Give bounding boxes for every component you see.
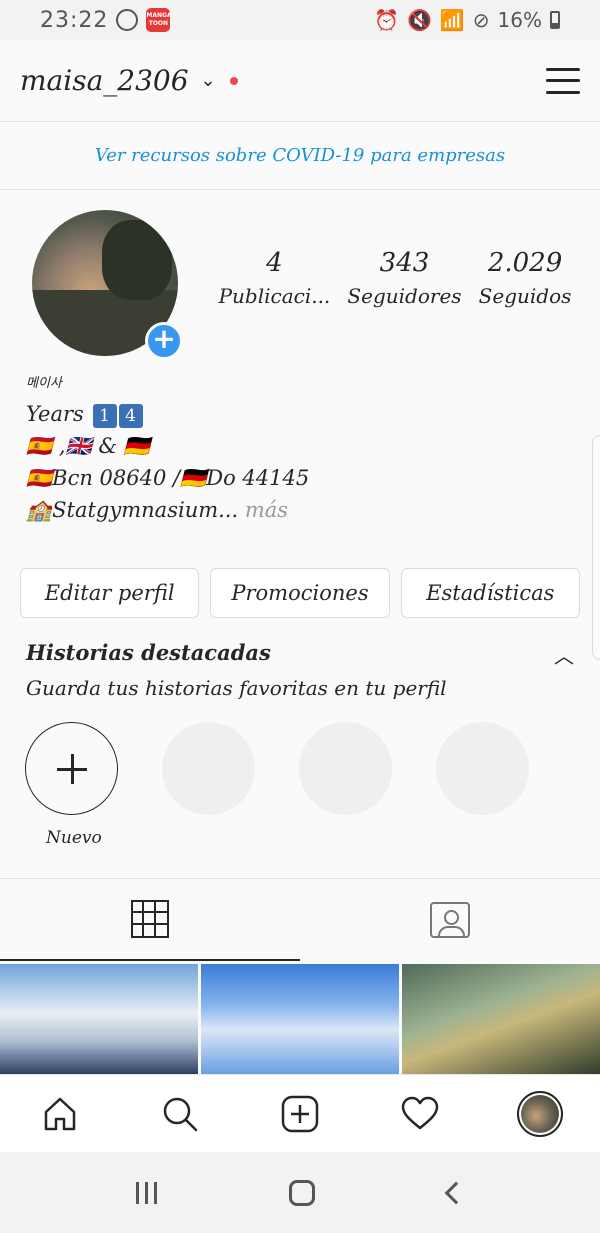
side-scroll-handle[interactable]	[592, 435, 600, 660]
home-icon[interactable]	[36, 1090, 84, 1138]
highlights-subtitle: Guarda tus historias favoritas en tu per…	[26, 676, 447, 700]
bio-number-badge: 4	[118, 404, 143, 428]
bio-line: 🏫Statgymnasium... más	[26, 494, 566, 526]
stat-posts[interactable]: 4 Publicaci...	[219, 248, 331, 308]
stat-label: Seguidores	[347, 284, 462, 308]
stat-value: 4	[266, 248, 283, 278]
display-name: 메이사	[26, 376, 62, 391]
post-thumbnail[interactable]	[0, 964, 198, 1074]
wifi-icon: 📶	[439, 8, 465, 32]
search-icon[interactable]	[156, 1090, 204, 1138]
chevron-up-icon[interactable]: ︿	[554, 640, 574, 669]
bottom-navigation	[0, 1074, 600, 1152]
bio-number-badge: 1	[92, 404, 117, 428]
edit-profile-button[interactable]: Editar perfil	[20, 568, 200, 618]
covid-resources-link[interactable]: Ver recursos sobre COVID-19 para empresa…	[0, 122, 600, 190]
bio-line: Years 14	[26, 398, 566, 430]
profile-actions: Editar perfil Promociones Estadísticas	[20, 568, 580, 618]
menu-icon[interactable]	[546, 67, 580, 94]
new-highlight-button[interactable]	[25, 722, 118, 815]
stat-followers[interactable]: 343 Seguidores	[347, 248, 461, 308]
highlight-placeholder	[162, 722, 255, 815]
stat-value: 343	[379, 248, 430, 278]
username-switcher[interactable]: maisa_2306	[20, 64, 189, 97]
bio-text: 🏫Statgymnasium...	[26, 498, 239, 522]
new-highlight-label: Nuevo	[46, 828, 102, 848]
tab-grid[interactable]	[0, 879, 300, 961]
status-bar: 23:22 MANGA TOON ⏰ 🔇 📶 ⊘ 16%	[0, 0, 600, 40]
profile-bio: 메이사 Years 14 🇪🇸 ,🇬🇧 & 🇩🇪 🇪🇸Bcn 08640 /🇩🇪…	[26, 376, 566, 526]
highlights-title: Historias destacadas	[26, 640, 271, 665]
profile-summary: + 4 Publicaci... 343 Seguidores 2.029 Se…	[0, 208, 600, 368]
new-post-icon[interactable]	[276, 1090, 324, 1138]
profile-tab-avatar[interactable]	[516, 1090, 564, 1138]
clock: 23:22	[40, 7, 109, 33]
alarm-icon: ⏰	[374, 8, 399, 32]
add-story-icon[interactable]: +	[145, 322, 183, 360]
chevron-down-icon[interactable]: ⌄	[201, 70, 216, 91]
tab-tagged[interactable]	[300, 879, 600, 961]
profile-stats: 4 Publicaci... 343 Seguidores 2.029 Segu…	[210, 248, 580, 308]
highlight-placeholder	[436, 722, 529, 815]
profile-header: maisa_2306 ⌄	[0, 40, 600, 122]
recent-apps-icon[interactable]	[136, 1181, 158, 1204]
tagged-icon	[430, 902, 470, 938]
stat-label: Publicaci...	[218, 284, 331, 308]
avatar	[517, 1090, 563, 1137]
heart-icon[interactable]	[396, 1090, 444, 1138]
post-thumbnail[interactable]	[201, 964, 399, 1074]
insights-button[interactable]: Estadísticas	[400, 568, 580, 618]
grid-icon	[131, 900, 169, 938]
bio-line: 🇪🇸 ,🇬🇧 & 🇩🇪	[26, 434, 150, 458]
stat-label: Seguidos	[478, 284, 572, 308]
bio-line: 🇪🇸Bcn 08640 /🇩🇪Do 44145	[26, 466, 310, 490]
whatsapp-icon	[116, 9, 139, 31]
system-navigation-bar	[0, 1152, 600, 1233]
dnd-icon: ⊘	[472, 8, 490, 32]
more-link[interactable]: más	[245, 498, 288, 522]
battery-percent: 16%	[497, 8, 542, 32]
stat-following[interactable]: 2.029 Seguidos	[479, 248, 572, 308]
promotions-button[interactable]: Promociones	[210, 568, 390, 618]
notification-dot	[229, 76, 238, 85]
highlights-row	[25, 722, 529, 815]
posts-grid	[0, 964, 600, 1074]
bio-text: Years	[26, 402, 84, 426]
highlight-placeholder	[299, 722, 392, 815]
mangatoon-icon: MANGA TOON	[146, 8, 172, 32]
stat-value: 2.029	[487, 248, 563, 278]
mute-icon: 🔇	[406, 8, 432, 32]
battery-icon	[550, 11, 560, 29]
profile-tabs	[0, 878, 600, 962]
home-button-icon[interactable]	[289, 1179, 316, 1206]
post-thumbnail[interactable]	[402, 964, 600, 1074]
back-icon[interactable]	[444, 1181, 468, 1204]
